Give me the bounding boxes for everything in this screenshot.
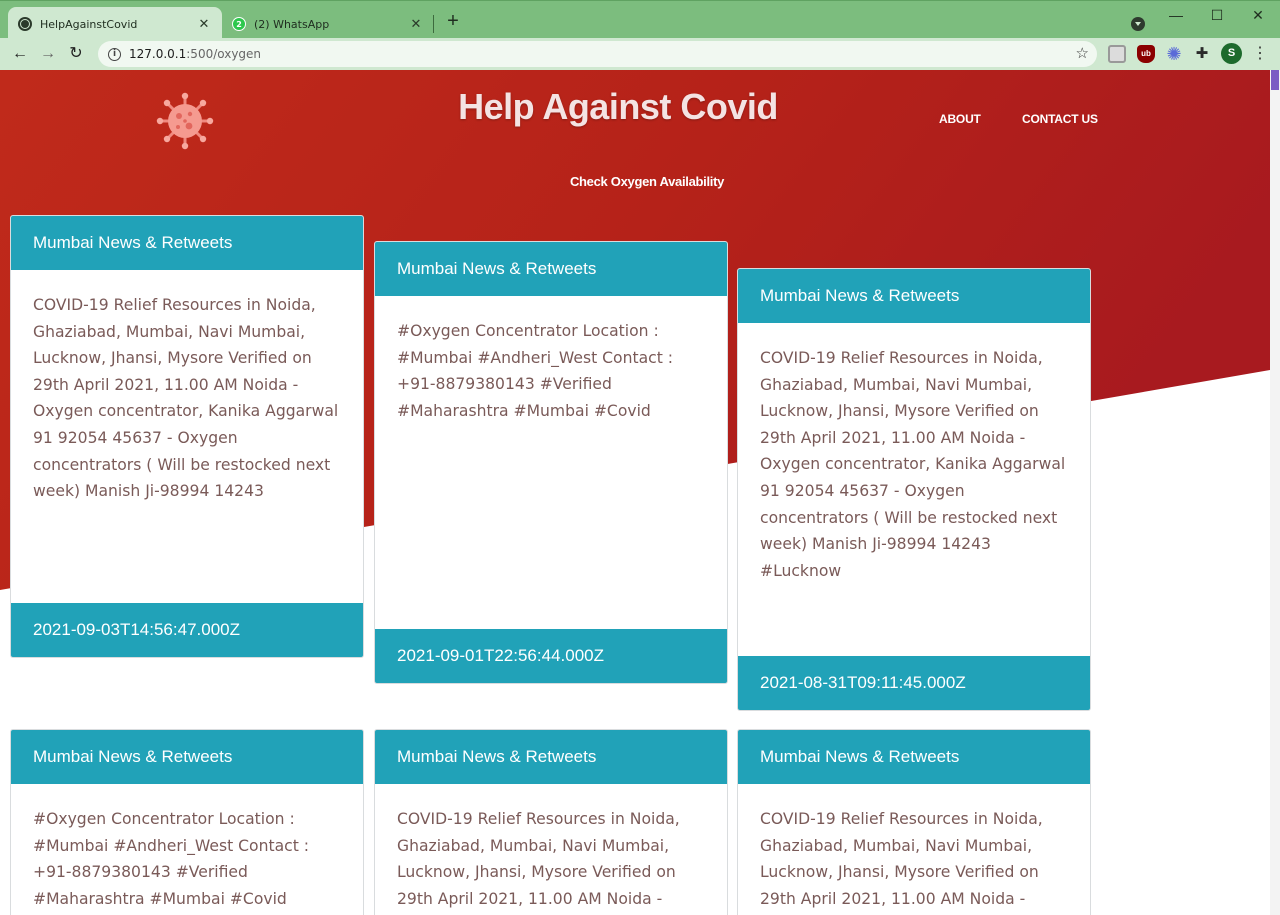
- forward-arrow-icon[interactable]: →: [37, 43, 59, 65]
- card-header: Mumbai News & Retweets: [738, 269, 1090, 323]
- window-close-button[interactable]: ✕: [1243, 5, 1273, 25]
- menu-dots-icon[interactable]: ⋮: [1252, 43, 1268, 65]
- card-timestamp: 2021-08-31T09:11:45.000Z: [738, 656, 1090, 710]
- page-subtitle: Check Oxygen Availability: [569, 174, 725, 189]
- gear-extension-icon[interactable]: ✺: [1165, 45, 1183, 63]
- tab-badge: 2: [236, 19, 242, 29]
- card-timestamp: 2021-09-01T22:56:44.000Z: [375, 629, 727, 683]
- card-header: Mumbai News & Retweets: [375, 730, 727, 784]
- tab-divider: [433, 15, 434, 33]
- card-header: Mumbai News & Retweets: [11, 730, 363, 784]
- globe-icon: [18, 17, 32, 31]
- url-host: 127.0.0.1: [129, 47, 187, 61]
- tab-title: (2) WhatsApp: [254, 17, 330, 31]
- reload-icon[interactable]: ↻: [65, 43, 87, 65]
- whatsapp-icon: 2: [232, 17, 246, 31]
- tab-helpagainstcovid[interactable]: HelpAgainstCovid ✕: [8, 7, 222, 41]
- nav-about-link[interactable]: ABOUT: [939, 112, 981, 126]
- card-body: #Oxygen Concentrator Location : #Mumbai …: [33, 810, 310, 908]
- back-arrow-icon[interactable]: ←: [9, 43, 31, 65]
- news-card: Mumbai News & Retweets #Oxygen Concentra…: [10, 729, 364, 915]
- news-card: Mumbai News & Retweets COVID-19 Relief R…: [374, 729, 728, 915]
- card-body: COVID-19 Relief Resources in Noida, Ghaz…: [760, 810, 1043, 908]
- card-body: COVID-19 Relief Resources in Noida, Ghaz…: [397, 810, 680, 908]
- card-body: #Oxygen Concentrator Location : #Mumbai …: [397, 322, 674, 420]
- page-viewport: Help Against Covid ABOUT CONTACT US Chec…: [0, 70, 1280, 915]
- bookmark-star-icon[interactable]: ☆: [1076, 44, 1089, 62]
- profile-avatar[interactable]: S: [1221, 43, 1242, 64]
- nav-contact-link[interactable]: CONTACT US: [1022, 112, 1098, 126]
- extension-icon[interactable]: [1108, 45, 1126, 63]
- close-icon[interactable]: ✕: [196, 17, 212, 32]
- tab-title: HelpAgainstCovid: [40, 17, 138, 31]
- tab-search-icon[interactable]: [1131, 17, 1145, 31]
- news-card: Mumbai News & Retweets #Oxygen Concentra…: [374, 241, 728, 684]
- card-header: Mumbai News & Retweets: [375, 242, 727, 296]
- url-path: :500/oxygen: [186, 47, 262, 61]
- tab-strip: HelpAgainstCovid ✕ 2 (2) WhatsApp ✕ + — …: [0, 0, 1280, 41]
- info-icon[interactable]: i: [108, 47, 121, 61]
- ublock-icon[interactable]: ub: [1137, 45, 1155, 63]
- scrollbar[interactable]: [1270, 70, 1280, 915]
- browser-toolbar: ← → ↻ i 127.0.0.1:500/oxygen ☆ ub ✺ ✚ S …: [0, 38, 1280, 70]
- tab-whatsapp[interactable]: 2 (2) WhatsApp ✕: [222, 7, 434, 41]
- card-body: COVID-19 Relief Resources in Noida, Ghaz…: [33, 296, 339, 501]
- news-card: Mumbai News & Retweets COVID-19 Relief R…: [737, 268, 1091, 711]
- card-header: Mumbai News & Retweets: [11, 216, 363, 270]
- close-icon[interactable]: ✕: [408, 17, 424, 32]
- news-card: Mumbai News & Retweets COVID-19 Relief R…: [737, 729, 1091, 915]
- card-header: Mumbai News & Retweets: [738, 730, 1090, 784]
- news-card: Mumbai News & Retweets COVID-19 Relief R…: [10, 215, 364, 658]
- minimize-button[interactable]: —: [1161, 5, 1191, 25]
- address-bar[interactable]: i 127.0.0.1:500/oxygen ☆: [98, 41, 1097, 67]
- new-tab-button[interactable]: +: [442, 11, 464, 33]
- card-body: COVID-19 Relief Resources in Noida, Ghaz…: [760, 349, 1066, 580]
- scrollbar-thumb[interactable]: [1271, 70, 1279, 90]
- card-timestamp: 2021-09-03T14:56:47.000Z: [11, 603, 363, 657]
- maximize-button[interactable]: ☐: [1202, 5, 1232, 25]
- puzzle-icon[interactable]: ✚: [1193, 45, 1211, 63]
